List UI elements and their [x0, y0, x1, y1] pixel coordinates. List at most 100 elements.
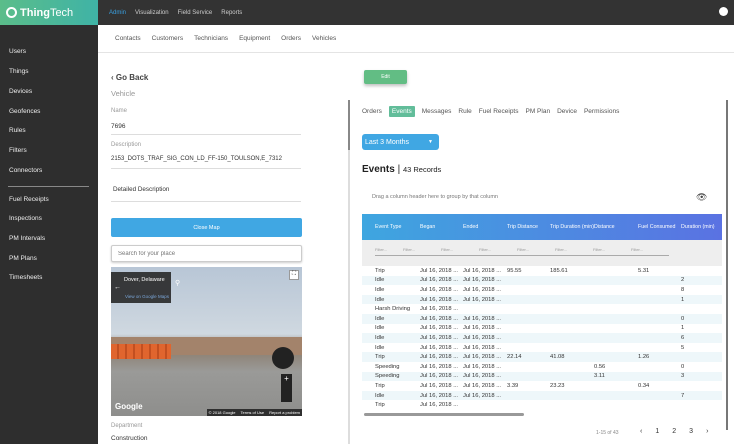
go-back-link[interactable]: ‹ Go Back: [111, 73, 148, 82]
table-row[interactable]: Trip Jul 16, 2018 ... Jul 16, 2018 ... 22.1…: [362, 352, 722, 362]
column-header-trip-duration-min[interactable]: Trip Duration (min): [550, 224, 594, 230]
cell-trip-distance: 22.14: [507, 354, 522, 361]
table-body: Trip Jul 16, 2018 ... Jul 16, 2018 ... 95.5…: [362, 266, 722, 410]
left-scrollbar[interactable]: [348, 100, 350, 444]
column-filter-input[interactable]: Filter...: [555, 247, 593, 256]
table-row[interactable]: Speeding Jul 16, 2018 ... Jul 16, 2018 ...…: [362, 371, 722, 382]
fullscreen-icon[interactable]: ⛶: [289, 270, 299, 280]
tab-orders[interactable]: Orders: [362, 108, 382, 115]
edit-button[interactable]: Edit: [364, 70, 407, 84]
sidebar-item-pm-intervals[interactable]: PM Intervals: [9, 235, 45, 242]
user-account-icon[interactable]: [719, 7, 728, 16]
cell-ended: Jul 16, 2018 ...: [463, 325, 502, 332]
right-scrollbar[interactable]: [726, 100, 728, 430]
column-header-ended[interactable]: Ended: [463, 224, 507, 230]
top-nav-visualization[interactable]: Visualization: [135, 10, 169, 16]
table-row[interactable]: Idle Jul 16, 2018 ... Jul 16, 2018 ... 0: [362, 313, 722, 324]
table-row[interactable]: Idle Jul 16, 2018 ... Jul 16, 2018 ... 1: [362, 294, 722, 305]
sidebar-item-pm-plans[interactable]: PM Plans: [9, 255, 37, 262]
sidebar-item-timesheets[interactable]: Timesheets: [9, 274, 42, 281]
page-1[interactable]: 1: [655, 428, 659, 435]
cell-duration-min: 2: [681, 277, 685, 284]
sidebar-item-fuel-receipts[interactable]: Fuel Receipts: [9, 196, 49, 203]
next-page-icon[interactable]: ›: [706, 428, 708, 435]
sidebar-item-connectors[interactable]: Connectors: [9, 167, 42, 174]
column-filter-input[interactable]: Filter...: [479, 247, 517, 256]
column-filter-input[interactable]: Filter...: [403, 247, 441, 256]
cell-event-type: Trip: [375, 354, 385, 361]
table-row[interactable]: Idle Jul 16, 2018 ... Jul 16, 2018 ... 7: [362, 390, 722, 401]
cell-ended: Jul 16, 2018 ...: [463, 277, 502, 284]
table-row[interactable]: Idle Jul 16, 2018 ... Jul 16, 2018 ... 8: [362, 285, 722, 295]
sidebar-item-filters[interactable]: Filters: [9, 147, 27, 154]
table-row[interactable]: Speeding Jul 16, 2018 ... Jul 16, 2018 ...…: [362, 362, 722, 372]
tab-messages[interactable]: Messages: [422, 108, 452, 115]
subnav-contacts[interactable]: Contacts: [115, 35, 141, 42]
close-map-button[interactable]: Close Map: [111, 218, 302, 237]
table-row[interactable]: Trip Jul 16, 2018 ...: [362, 400, 722, 410]
hide-columns-icon[interactable]: 👁: [696, 192, 707, 203]
top-nav-admin[interactable]: Admin: [109, 10, 126, 16]
column-header-event-type[interactable]: Event Type: [362, 224, 420, 230]
page-2[interactable]: 2: [672, 428, 676, 435]
detailed-description-label[interactable]: Detailed Description: [113, 186, 169, 193]
view-on-google-maps-link[interactable]: View on Google Maps: [125, 294, 169, 299]
tab-rule[interactable]: Rule: [458, 108, 471, 115]
brand-logo[interactable]: Thing Tech: [0, 0, 98, 25]
place-search-input[interactable]: [111, 245, 302, 262]
tab-events[interactable]: Events: [388, 106, 415, 117]
department-field[interactable]: Construction: [111, 435, 148, 442]
column-header-trip-distance[interactable]: Trip Distance: [507, 224, 550, 230]
terms-link[interactable]: Terms of Use: [241, 410, 265, 415]
column-filter-input[interactable]: Filter...: [631, 247, 669, 256]
tab-permissions[interactable]: Permissions: [584, 108, 619, 115]
report-link[interactable]: Report a problem: [269, 410, 300, 415]
column-filter-input[interactable]: Filter...: [593, 247, 631, 256]
tab-device[interactable]: Device: [557, 108, 577, 115]
column-header-duration-min[interactable]: Duration (min): [681, 224, 722, 230]
name-field[interactable]: 7696: [111, 123, 125, 130]
street-view-map[interactable]: ← Dover, Delaware View on Google Maps ⚲ …: [111, 267, 302, 416]
tab-fuel-receipts[interactable]: Fuel Receipts: [479, 108, 519, 115]
column-header-began[interactable]: Began: [420, 224, 463, 230]
zoom-in-icon[interactable]: +: [281, 374, 292, 402]
cell-duration-min: 0: [681, 363, 685, 370]
top-nav-reports[interactable]: Reports: [221, 10, 242, 16]
table-row[interactable]: Trip Jul 16, 2018 ... Jul 16, 2018 ... 95.5…: [362, 266, 722, 276]
column-filter-input[interactable]: Filter...: [517, 247, 555, 256]
column-header-distance[interactable]: Distance: [594, 224, 638, 230]
subnav-customers[interactable]: Customers: [152, 35, 183, 42]
subnav-equipment[interactable]: Equipment: [239, 35, 270, 42]
top-nav-field-service[interactable]: Field Service: [178, 10, 213, 16]
detail-tabs: Orders Events Messages Rule Fuel Receipts PM …: [362, 106, 619, 117]
back-arrow-icon[interactable]: ←: [114, 284, 121, 291]
prev-page-icon[interactable]: ‹: [640, 428, 642, 435]
sidebar-item-inspections[interactable]: Inspections: [9, 215, 42, 222]
sidebar-item-devices[interactable]: Devices: [9, 88, 32, 95]
table-row[interactable]: Idle Jul 16, 2018 ... Jul 16, 2018 ... 2: [362, 275, 722, 286]
table-row[interactable]: Idle Jul 16, 2018 ... Jul 16, 2018 ... 6: [362, 333, 722, 343]
table-row[interactable]: Harsh Driving Jul 16, 2018 ...: [362, 304, 722, 314]
cell-ended: Jul 16, 2018 ...: [463, 373, 502, 380]
cell-began: Jul 16, 2018 ...: [420, 267, 459, 274]
cell-duration-min: 1: [681, 325, 685, 332]
table-row[interactable]: Trip Jul 16, 2018 ... Jul 16, 2018 ... 3.39…: [362, 381, 722, 391]
column-header-fuel-consumed[interactable]: Fuel Consumed: [638, 224, 681, 230]
subnav-vehicles[interactable]: Vehicles: [312, 35, 336, 42]
sidebar-item-rules[interactable]: Rules: [9, 127, 26, 134]
compass-icon[interactable]: [272, 347, 294, 369]
column-filter-input[interactable]: Filter...: [441, 247, 479, 256]
subnav-technicians[interactable]: Technicians: [194, 35, 228, 42]
sidebar-item-things[interactable]: Things: [9, 68, 29, 75]
date-range-select[interactable]: Last 3 Months ▼: [362, 134, 439, 150]
page-3[interactable]: 3: [689, 428, 693, 435]
cell-trip-distance: 3.39: [507, 382, 519, 389]
horizontal-scrollbar[interactable]: [364, 413, 524, 416]
description-field[interactable]: 2153_DOTS_TRAF_SIG_CON_LD_FF-150_TOULSON…: [111, 156, 282, 162]
table-row[interactable]: Idle Jul 16, 2018 ... Jul 16, 2018 ... 1: [362, 324, 722, 334]
sidebar-item-geofences[interactable]: Geofences: [9, 108, 40, 115]
table-row[interactable]: Idle Jul 16, 2018 ... Jul 16, 2018 ... 5: [362, 343, 722, 353]
tab-pm-plan[interactable]: PM Plan: [526, 108, 551, 115]
subnav-orders[interactable]: Orders: [281, 35, 301, 42]
sidebar-item-users[interactable]: Users: [9, 48, 26, 55]
